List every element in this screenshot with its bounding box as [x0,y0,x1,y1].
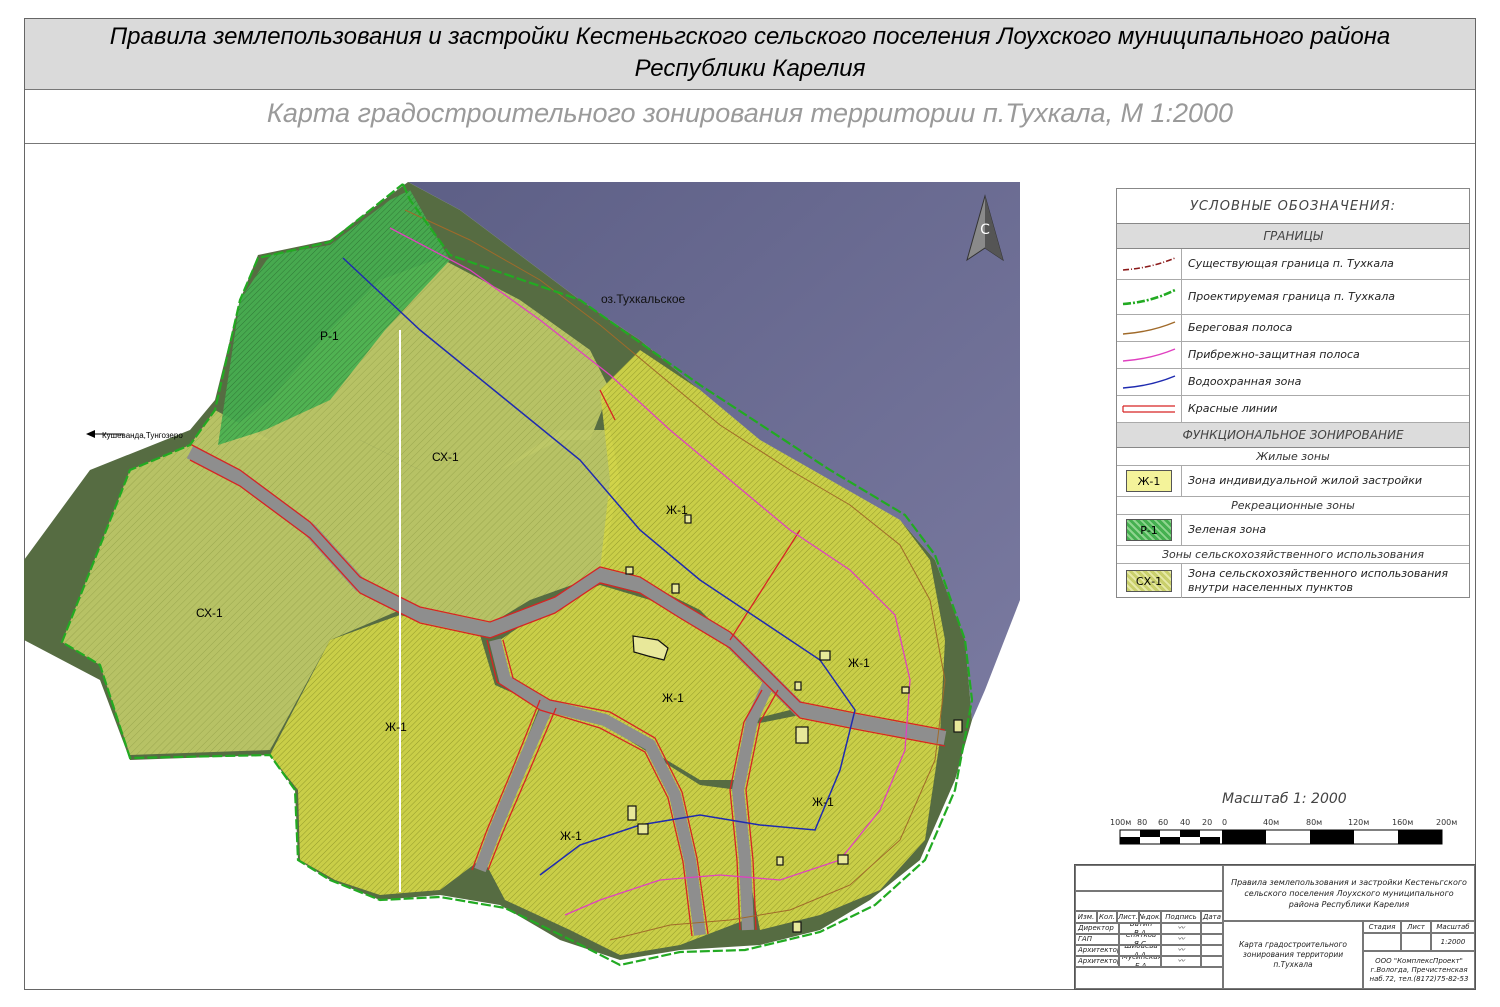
legend-title: УСЛОВНЫЕ ОБОЗНАЧЕНИЯ: [1117,189,1469,224]
scale-label: 80 [1137,818,1148,827]
zone-label-zh1-north: Ж-1 [666,503,688,517]
stamp-role: Архитектор [1075,956,1119,967]
sx1-code: СХ-1 [1126,570,1172,592]
signature-icon: 〰 [1161,956,1201,967]
stamp-role: Архитектор [1075,945,1119,956]
stamp-role: ГАП [1075,934,1119,945]
lake-label: оз.Тухкальское [601,292,686,306]
stamp-stage-header: Стадия [1363,921,1401,933]
water-protection-symbol [1117,369,1182,395]
stamp-date [1201,934,1223,945]
stamp-name: Снятков Я.С. [1119,934,1161,945]
legend-label: Проектируемая граница п. Тухкала [1188,290,1396,303]
scale-label: 60 [1158,818,1169,827]
zone-label-zh1-ne: Ж-1 [848,656,870,670]
stamp-header: Дата [1201,911,1223,923]
stamp-sheet-header: Лист [1401,921,1431,933]
scale-title: Масштаб 1: 2000 [1222,791,1347,807]
scale-label: 40 [1180,818,1191,827]
legend-row-r1: Р-1 Зеленая зона [1117,515,1469,546]
legend-label: Зона сельскохозяйственного использования… [1188,567,1449,594]
stamp-name: Батин В.А. [1119,923,1161,934]
legend-row-water-protect: Водоохранная зона [1117,369,1469,396]
stamp-organization: ООО "КомплексПроект" г.Вологда, Пречисте… [1363,951,1475,989]
legend-borders-header: ГРАНИЦЫ [1117,224,1469,249]
legend-label: Прибрежно-защитная полоса [1188,348,1360,361]
legend-row-sx1: СХ-1 Зона сельскохозяйственного использо… [1117,564,1469,598]
legend-label: Существующая граница п. Тухкала [1188,257,1394,270]
stamp-project-name: Правила землепользования и застройки Кес… [1223,865,1475,921]
stamp-header: Лист. [1117,911,1139,923]
legend-agri-header: Зоны сельскохозяйственного использования [1117,546,1469,564]
legend-residential-header: Жилые зоны [1117,448,1469,466]
scale-label: 0 [1222,818,1228,827]
stamp-scale-header: Масштаб [1431,921,1475,933]
signature-icon: 〰 [1161,923,1201,934]
zh1-symbol: Ж-1 [1117,466,1182,496]
scale-label: 200м [1436,818,1458,827]
title-block: Изм. Кол. Лист. №док. Подпись Дата Дирек… [1074,864,1476,990]
zone-label-r1: Р-1 [320,329,339,343]
stamp-sheet-value [1401,933,1431,951]
shoreline-symbol [1117,315,1182,341]
legend-row-existing-border: Существующая граница п. Тухкала [1117,249,1469,280]
legend-label: Зона индивидуальной жилой застройки [1188,474,1423,487]
zone-label-zh1-east: Ж-1 [812,795,834,809]
stamp-date [1201,923,1223,934]
sx1-symbol: СХ-1 [1117,564,1182,598]
zone-label-zh1-sw: Ж-1 [385,720,407,734]
stamp-date [1201,945,1223,956]
zone-zh1-east[interactable] [742,715,940,930]
scale-label: 80м [1306,818,1323,827]
legend-row-projected-border: Проектируемая граница п. Тухкала [1117,280,1469,315]
stamp-drawing-name: Карта градостроительного зонирования тер… [1223,921,1363,989]
stamp-header: Изм. [1075,911,1097,923]
stamp-date [1201,956,1223,967]
stamp-scale-value: 1:2000 [1431,933,1475,951]
scale-bar [1119,829,1443,845]
scale-label: 40м [1263,818,1280,827]
legend-recreation-header: Рекреационные зоны [1117,497,1469,515]
scale-label: 100м [1110,818,1132,827]
projected-border-symbol [1117,280,1182,314]
stamp-header: №док. [1139,911,1161,923]
legend-label: Зеленая зона [1188,523,1267,536]
zh1-code: Ж-1 [1126,470,1172,492]
legend-zoning-header: ФУНКЦИОНАЛЬНОЕ ЗОНИРОВАНИЕ [1117,423,1469,448]
zone-label-zh1-south: Ж-1 [560,829,582,843]
legend-row-shoreline: Береговая полоса [1117,315,1469,342]
signature-icon: 〰 [1161,934,1201,945]
scale-label: 160м [1392,818,1414,827]
zone-label-zh1-center: Ж-1 [662,691,684,705]
legend-row-red-lines: Красные линии [1117,396,1469,423]
legend-row-zh1: Ж-1 Зона индивидуальной жилой застройки [1117,466,1469,497]
stamp-role: Директор [1075,923,1119,934]
scale-label: 120м [1348,818,1370,827]
stamp-name: Мусинская Е.А. [1119,956,1161,967]
zone-label-sx1-north: СХ-1 [432,450,459,464]
stamp-blank [1075,865,1223,891]
stamp-stage-value [1363,933,1401,951]
legend-row-coastal: Прибрежно-защитная полоса [1117,342,1469,369]
stamp-header: Кол. [1097,911,1117,923]
legend-label: Водоохранная зона [1188,375,1302,388]
coastal-protection-symbol [1117,342,1182,368]
r1-symbol: Р-1 [1117,515,1182,545]
signature-icon: 〰 [1161,945,1201,956]
road-direction-label: Кушеванда,Тунгозеро [102,431,183,440]
zone-label-sx1-west: СХ-1 [196,606,223,620]
stamp-name: Шибаева А.А. [1119,945,1161,956]
legend-label: Береговая полоса [1188,321,1293,334]
existing-border-symbol [1117,249,1182,279]
scale-label: 20 [1202,818,1213,827]
stamp-blank [1075,891,1223,911]
r1-code: Р-1 [1126,519,1172,541]
legend-panel: УСЛОВНЫЕ ОБОЗНАЧЕНИЯ: ГРАНИЦЫ Существующ… [1116,188,1470,598]
legend-label: Красные линии [1188,402,1278,415]
red-lines-symbol [1117,396,1182,422]
north-letter: С [980,222,990,238]
stamp-header: Подпись [1161,911,1201,923]
stamp-blank [1075,967,1223,989]
